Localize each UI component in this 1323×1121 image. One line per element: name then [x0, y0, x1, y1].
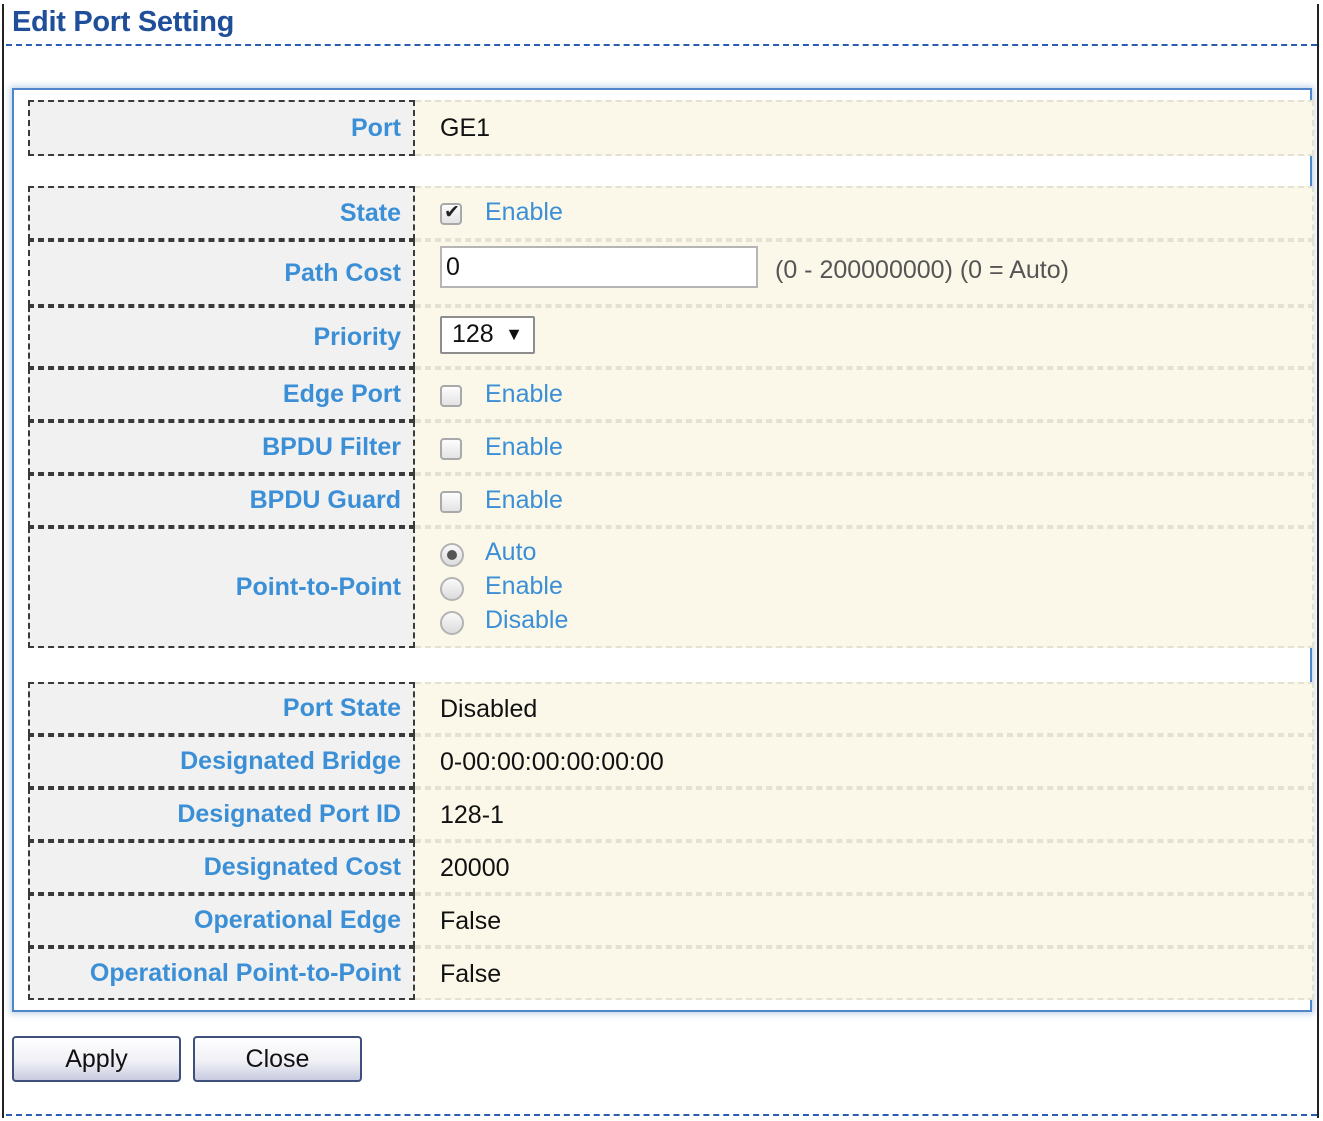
operational-p2p-label: Operational Point-to-Point	[28, 947, 415, 1000]
row-designated-port-id: Designated Port ID 128-1	[28, 788, 1314, 841]
settings-group: State Enable Path Cost (0 - 200000000) (…	[28, 186, 1314, 648]
bpdu-filter-value-cell: Enable	[415, 421, 1314, 474]
p2p-enable-radio[interactable]	[440, 577, 464, 601]
page-title: Edit Port Setting	[12, 6, 235, 38]
row-state: State Enable	[28, 186, 1314, 240]
state-enable-checkbox[interactable]	[440, 201, 462, 225]
edge-port-enable-checkbox[interactable]	[440, 385, 462, 407]
chevron-down-icon: ▼	[505, 324, 523, 344]
bpdu-filter-enable-label: Enable	[485, 433, 563, 461]
priority-value-cell: 128 ▼	[415, 306, 1314, 368]
designated-port-id-value-cell: 128-1	[415, 788, 1314, 841]
settings-panel: Port GE1 State Enable Path Cost (0 - 200…	[12, 88, 1314, 1012]
operational-edge-value-cell: False	[415, 894, 1314, 947]
bottom-divider	[6, 1114, 1317, 1116]
point-to-point-label: Point-to-Point	[28, 527, 415, 648]
port-value: GE1	[440, 114, 491, 142]
state-label: State	[28, 186, 415, 240]
designated-port-id-label: Designated Port ID	[28, 788, 415, 841]
bpdu-guard-enable-checkbox[interactable]	[440, 491, 462, 513]
port-group: Port GE1	[28, 100, 1314, 156]
designated-port-id-value: 128-1	[440, 801, 504, 829]
path-cost-label: Path Cost	[28, 240, 415, 306]
row-port-state: Port State Disabled	[28, 682, 1314, 735]
row-path-cost: Path Cost (0 - 200000000) (0 = Auto)	[28, 240, 1314, 306]
operational-edge-label: Operational Edge	[28, 894, 415, 947]
port-state-label: Port State	[28, 682, 415, 735]
designated-cost-value: 20000	[440, 854, 510, 882]
designated-cost-label: Designated Cost	[28, 841, 415, 894]
row-designated-cost: Designated Cost 20000	[28, 841, 1314, 894]
path-cost-hint: (0 - 200000000) (0 = Auto)	[775, 256, 1069, 284]
row-edge-port: Edge Port Enable	[28, 368, 1314, 421]
row-bpdu-filter: BPDU Filter Enable	[28, 421, 1314, 474]
p2p-disable-radio[interactable]	[440, 611, 464, 635]
designated-bridge-label: Designated Bridge	[28, 735, 415, 788]
designated-cost-value-cell: 20000	[415, 841, 1314, 894]
row-operational-edge: Operational Edge False	[28, 894, 1314, 947]
priority-label: Priority	[28, 306, 415, 368]
close-button[interactable]: Close	[193, 1036, 362, 1082]
bpdu-filter-enable-checkbox[interactable]	[440, 438, 462, 460]
operational-edge-value: False	[440, 907, 502, 935]
edge-port-enable-label: Enable	[485, 380, 563, 408]
p2p-enable-label: Enable	[485, 572, 563, 600]
state-value-cell: Enable	[415, 186, 1314, 240]
bpdu-guard-value-cell: Enable	[415, 474, 1314, 527]
status-group: Port State Disabled Designated Bridge 0-…	[28, 682, 1314, 1000]
bpdu-guard-enable-label: Enable	[485, 486, 563, 514]
p2p-auto-label: Auto	[485, 538, 537, 566]
row-point-to-point: Point-to-Point Auto Enable Disable	[28, 527, 1314, 648]
p2p-auto-radio[interactable]	[440, 543, 464, 567]
priority-selected-value: 128	[452, 320, 494, 348]
row-operational-p2p: Operational Point-to-Point False	[28, 947, 1314, 1000]
designated-bridge-value: 0-00:00:00:00:00:00	[440, 748, 664, 776]
point-to-point-value-cell: Auto Enable Disable	[415, 527, 1314, 648]
priority-select[interactable]: 128 ▼	[440, 316, 535, 354]
port-label: Port	[28, 100, 415, 156]
row-priority: Priority 128 ▼	[28, 306, 1314, 368]
operational-p2p-value: False	[440, 960, 502, 988]
port-state-value-cell: Disabled	[415, 682, 1314, 735]
bpdu-filter-label: BPDU Filter	[28, 421, 415, 474]
bpdu-guard-label: BPDU Guard	[28, 474, 415, 527]
path-cost-value-cell: (0 - 200000000) (0 = Auto)	[415, 240, 1314, 306]
title-divider	[6, 44, 1317, 46]
port-state-value: Disabled	[440, 695, 538, 723]
edge-port-label: Edge Port	[28, 368, 415, 421]
operational-p2p-value-cell: False	[415, 947, 1314, 1000]
p2p-disable-label: Disable	[485, 606, 569, 634]
port-value-cell: GE1	[415, 100, 1314, 156]
designated-bridge-value-cell: 0-00:00:00:00:00:00	[415, 735, 1314, 788]
row-port: Port GE1	[28, 100, 1314, 156]
row-designated-bridge: Designated Bridge 0-00:00:00:00:00:00	[28, 735, 1314, 788]
row-bpdu-guard: BPDU Guard Enable	[28, 474, 1314, 527]
state-enable-label: Enable	[485, 198, 563, 226]
apply-button[interactable]: Apply	[12, 1036, 181, 1082]
path-cost-input[interactable]	[440, 246, 758, 288]
edge-port-value-cell: Enable	[415, 368, 1314, 421]
